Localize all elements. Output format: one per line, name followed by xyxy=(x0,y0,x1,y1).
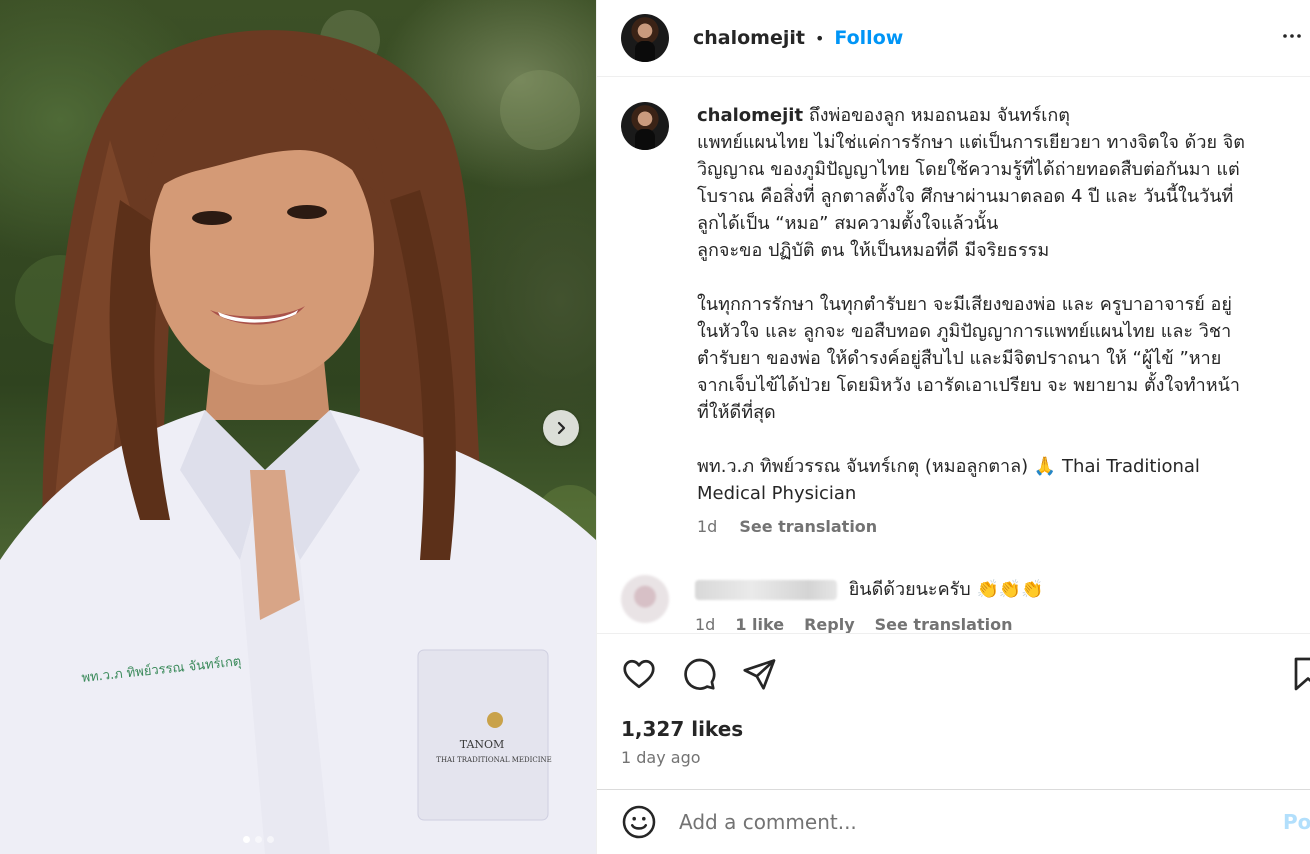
follow-button[interactable]: Follow xyxy=(834,27,903,49)
clap-emoji-icon: 👏👏👏 xyxy=(976,579,1044,600)
coat-logo-emblem xyxy=(487,712,503,728)
caption-line: พท.ว.ภ ทิพย์วรรณ จันทร์เกตุ (หมอลูกตาล) … xyxy=(697,456,1200,477)
bookmark-icon[interactable] xyxy=(1293,656,1310,692)
more-options-icon[interactable] xyxy=(1280,24,1304,48)
caption-line: ในทุกการรักษา ในทุกตำรับยา จะมีเสียงของพ… xyxy=(697,294,1232,315)
coat-logo-line2: THAI TRADITIONAL MEDICINE xyxy=(436,756,551,764)
share-icon[interactable] xyxy=(741,656,777,692)
comment-reply-button[interactable]: Reply xyxy=(804,615,855,633)
caption-line: ตำรับยา ของพ่อ ให้ดำรงค์อยู่สืบไป และมีจ… xyxy=(697,348,1222,369)
caption-line: ในหัวใจ และ ลูกจะ ขอสืบทอด ภูมิปัญญาการแ… xyxy=(697,321,1232,342)
caption-meta: 1d See translation xyxy=(697,513,1297,540)
caption-first-line: ถึงพ่อของลูก หมอถนอม จันทร์เกตุ xyxy=(808,105,1070,126)
heart-icon[interactable] xyxy=(621,656,657,692)
comment-input[interactable] xyxy=(679,810,1239,834)
comment-meta: 1d 1 like Reply See translation xyxy=(695,615,1044,633)
emoji-icon[interactable] xyxy=(621,804,657,840)
caption-line xyxy=(697,264,1297,291)
comment-text: ยินดีด้วยนะครับ xyxy=(848,579,971,600)
carousel-dot xyxy=(255,836,262,843)
caption-line: แพทย์แผนไทย ไม่ใช่แค่การรักษา แต่เป็นการ… xyxy=(697,132,1245,153)
caption-username[interactable]: chalomejit xyxy=(697,105,803,126)
post-caption: chalomejit ถึงพ่อของลูก หมอถนอม จันทร์เก… xyxy=(621,102,1297,540)
coat-logo-line1: TANOM xyxy=(460,738,505,751)
caption-line xyxy=(697,426,1297,453)
caption-line: ลูกจะขอ ปฏิบัติ ตน ให้เป็นหมอที่ดี มีจริ… xyxy=(697,240,1050,261)
caption-time[interactable]: 1d xyxy=(697,513,717,540)
author-avatar[interactable] xyxy=(621,14,669,62)
caption-text: แพทย์แผนไทย ไม่ใช่แค่การรักษา แต่เป็นการ… xyxy=(697,129,1297,507)
author-username[interactable]: chalomejit xyxy=(693,27,805,49)
post-timestamp[interactable]: 1 day ago xyxy=(621,748,701,767)
commenter-username-blurred[interactable] xyxy=(695,580,837,600)
caption-line: ที่ให้ดีที่สุด xyxy=(697,402,776,423)
next-image-button[interactable] xyxy=(543,410,579,446)
caption-line: โบราณ คือสิ่งที่ ลูกตาลตั้งใจ ศึกษาผ่านม… xyxy=(697,186,1234,207)
post-image[interactable]: พท.ว.ภ ทิพย์วรรณ จันทร์เกตุ TANOM THAI T… xyxy=(0,0,596,854)
commenter-avatar[interactable] xyxy=(621,575,669,623)
post-actions: 1,327 likes 1 day ago xyxy=(597,633,1310,789)
comment-item: ยินดีด้วยนะครับ 👏👏👏 1d 1 like Reply See … xyxy=(621,575,1044,633)
comment-time[interactable]: 1d xyxy=(695,615,715,633)
post-comment-button[interactable]: Post xyxy=(1283,810,1310,834)
post-header: chalomejit • Follow xyxy=(597,0,1310,77)
post-details-panel: chalomejit • Follow chalomejit ถึงพ่อของ… xyxy=(596,0,1310,854)
caption-avatar[interactable] xyxy=(621,102,669,150)
likes-count[interactable]: 1,327 likes xyxy=(621,717,743,741)
caption-line: ลูกได้เป็น “หมอ” สมความตั้งใจแล้วนั้น xyxy=(697,213,999,234)
carousel-dot xyxy=(267,836,274,843)
add-comment-bar: Post xyxy=(597,789,1310,854)
header-separator: • xyxy=(814,28,825,48)
comment-see-translation[interactable]: See translation xyxy=(875,615,1013,633)
caption-line: วิญญาณ ของภูมิปัญญาไทย โดยใช้ความรู้ที่ไ… xyxy=(697,159,1240,180)
carousel-dot xyxy=(243,836,250,843)
chevron-right-icon xyxy=(557,421,566,435)
caption-line: Medical Physician xyxy=(697,483,857,504)
caption-line: จากเจ็บไข้ได้ป่วย โดยมิหวัง เอารัดเอาเปร… xyxy=(697,375,1241,396)
comments-scroll-area[interactable]: chalomejit ถึงพ่อของลูก หมอถนอม จันทร์เก… xyxy=(597,78,1310,633)
comment-likes[interactable]: 1 like xyxy=(735,615,784,633)
carousel-indicator xyxy=(243,836,274,843)
portrait-illustration: พท.ว.ภ ทิพย์วรรณ จันทร์เกตุ TANOM THAI T… xyxy=(0,10,596,854)
comment-icon[interactable] xyxy=(681,656,717,692)
caption-see-translation[interactable]: See translation xyxy=(739,513,877,540)
